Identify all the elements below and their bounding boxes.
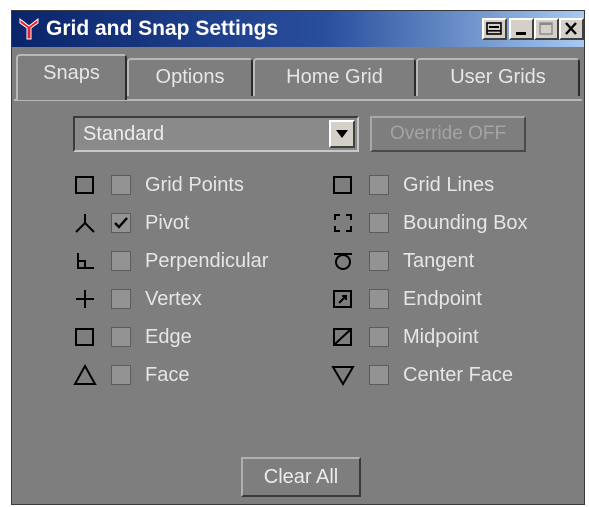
minimize-button[interactable] bbox=[509, 18, 534, 40]
grid-points-icon bbox=[75, 176, 94, 194]
tab-options[interactable]: Options bbox=[127, 58, 253, 96]
edge-checkbox[interactable] bbox=[111, 327, 131, 347]
vertex-icon bbox=[76, 290, 94, 308]
tab-snaps[interactable]: Snaps bbox=[16, 54, 127, 100]
tab-user-grids[interactable]: User Grids bbox=[416, 58, 580, 96]
midpoint-label: Midpoint bbox=[403, 326, 479, 348]
maximize-button[interactable] bbox=[534, 18, 559, 40]
vertex-checkbox[interactable] bbox=[111, 289, 131, 309]
close-icon bbox=[565, 22, 577, 35]
grid-lines-label: Grid Lines bbox=[403, 174, 495, 196]
midpoint-icon bbox=[333, 328, 352, 346]
face-icon bbox=[73, 363, 97, 385]
perpendicular-icon bbox=[77, 253, 94, 269]
center-face-icon bbox=[331, 366, 355, 386]
edge-icon bbox=[75, 328, 94, 346]
grid-lines-icon bbox=[333, 176, 352, 194]
snap-set-dropdown[interactable]: Standard bbox=[73, 116, 359, 152]
checkmark-icon bbox=[114, 217, 128, 229]
chevron-down-icon bbox=[336, 130, 348, 138]
center-face-checkbox[interactable] bbox=[369, 365, 389, 385]
bounding-box-checkbox[interactable] bbox=[369, 213, 389, 233]
tangent-icon bbox=[334, 253, 352, 270]
clear-all-button[interactable]: Clear All bbox=[241, 457, 361, 497]
tab-home-grid[interactable]: Home Grid bbox=[253, 58, 416, 96]
face-label: Face bbox=[145, 364, 190, 386]
pivot-checkbox[interactable] bbox=[111, 213, 131, 233]
endpoint-checkbox[interactable] bbox=[369, 289, 389, 309]
pin-button[interactable] bbox=[482, 18, 507, 40]
pin-icon bbox=[486, 22, 502, 35]
minimize-icon bbox=[516, 32, 526, 35]
bounding-box-icon bbox=[334, 214, 352, 232]
title-bar[interactable]: Grid and Snap Settings bbox=[12, 11, 584, 47]
grid-points-label: Grid Points bbox=[145, 174, 244, 196]
dropdown-arrow-button[interactable] bbox=[329, 120, 355, 148]
endpoint-label: Endpoint bbox=[403, 288, 482, 310]
tripod-icon bbox=[19, 17, 39, 40]
maximize-icon bbox=[539, 22, 553, 35]
edge-label: Edge bbox=[145, 326, 192, 348]
vertex-label: Vertex bbox=[145, 288, 202, 310]
override-button[interactable]: Override OFF bbox=[370, 116, 526, 152]
pivot-label: Pivot bbox=[145, 212, 190, 234]
endpoint-icon bbox=[333, 290, 352, 308]
window-title: Grid and Snap Settings bbox=[46, 17, 279, 40]
perpendicular-checkbox[interactable] bbox=[111, 251, 131, 271]
midpoint-checkbox[interactable] bbox=[369, 327, 389, 347]
close-button[interactable] bbox=[559, 18, 584, 40]
perpendicular-label: Perpendicular bbox=[145, 250, 269, 272]
tangent-checkbox[interactable] bbox=[369, 251, 389, 271]
grid-points-checkbox[interactable] bbox=[111, 175, 131, 195]
bounding-box-label: Bounding Box bbox=[403, 212, 528, 234]
snap-set-value: Standard bbox=[83, 123, 165, 145]
face-checkbox[interactable] bbox=[111, 365, 131, 385]
grid-lines-checkbox[interactable] bbox=[369, 175, 389, 195]
center-face-label: Center Face bbox=[403, 364, 514, 386]
pivot-icon bbox=[75, 214, 95, 233]
grid-and-snap-settings-window: Grid and Snap Settings Snaps Options Hom… bbox=[11, 10, 585, 505]
snaps-panel: Standard Override OFF Grid Points Pivot … bbox=[14, 99, 582, 503]
tangent-label: Tangent bbox=[403, 250, 475, 272]
tab-bar: Snaps Options Home Grid User Grids bbox=[14, 51, 582, 101]
